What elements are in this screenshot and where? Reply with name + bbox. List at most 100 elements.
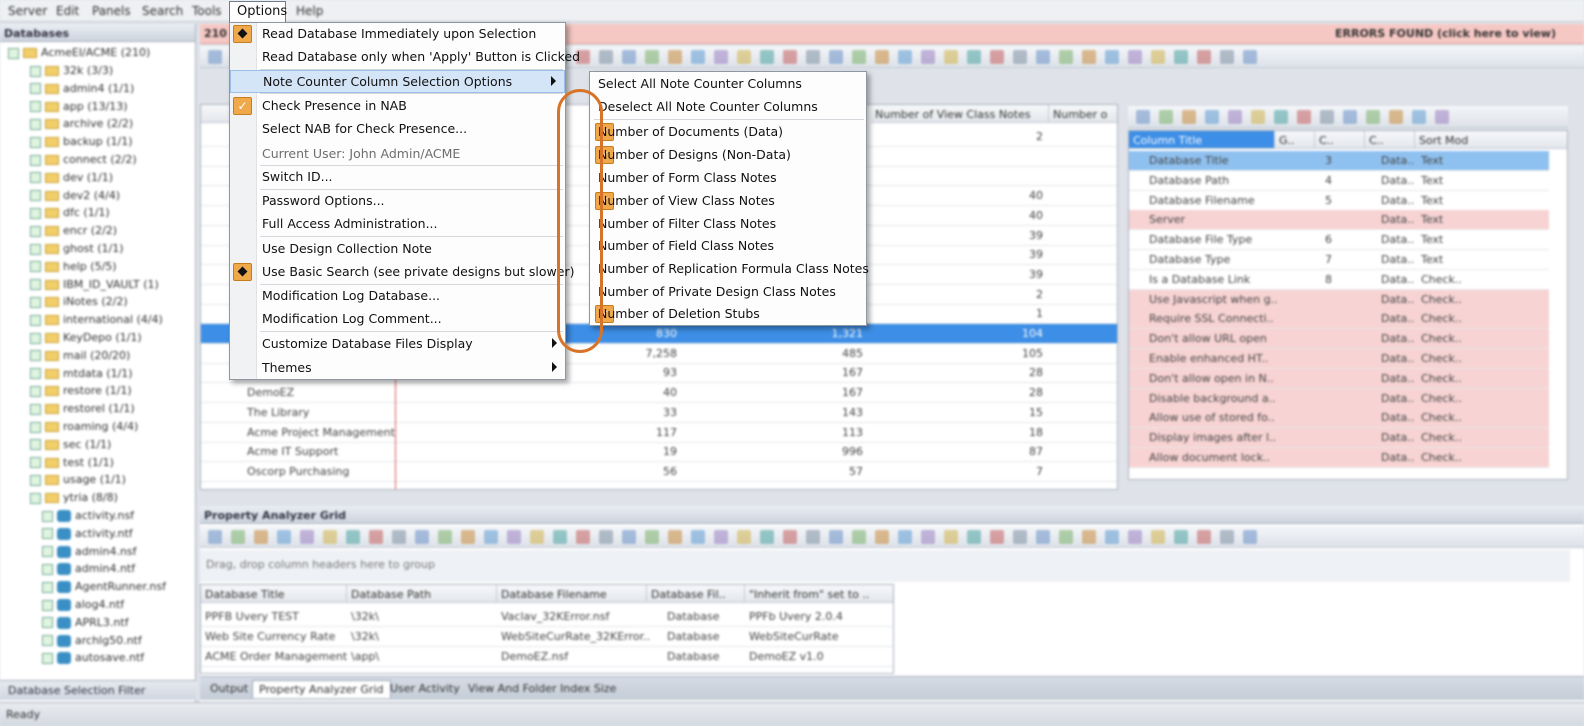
tree-folder[interactable]: restore (1/1) (30, 384, 132, 402)
toolbar-button-icon[interactable] (1036, 50, 1050, 64)
toolbar-button-icon[interactable] (1197, 50, 1211, 64)
toolbar-button-icon[interactable] (875, 530, 889, 544)
property-row[interactable]: ACME Order Management \app\ DemoEZ.nsf Data… (201, 647, 893, 667)
menu-item-customize-db-files-display[interactable]: Customize Database Files Display (230, 333, 565, 356)
grid-header-next[interactable]: Number o (1049, 105, 1117, 123)
column-header-sort-mode[interactable]: Sort Mod (1415, 131, 1567, 149)
toolbar-button-icon[interactable] (507, 530, 521, 544)
toolbar-button-icon[interactable] (1220, 50, 1234, 64)
menu-item-read-db-immediately[interactable]: Read Database Immediately upon Selection (230, 23, 565, 46)
toolbar-button-icon[interactable] (852, 50, 866, 64)
prop-header-inherit[interactable]: "Inherit from" set to .. (745, 585, 893, 603)
tree-folder[interactable]: IBM_ID_VAULT (1) (30, 278, 159, 296)
tree-folder[interactable]: app (13/13) (30, 100, 128, 118)
toolbar-button-icon[interactable] (737, 530, 751, 544)
column-row[interactable]: Disable background a.. Data.. Check.. (1129, 388, 1549, 409)
toolbar-button-icon[interactable] (829, 50, 843, 64)
menu-item-modification-log-database[interactable]: Modification Log Database... (230, 285, 565, 308)
toolbar-button-icon[interactable] (1174, 530, 1188, 544)
column-row[interactable]: Database File Type 6 Data.. Text (1129, 230, 1549, 251)
toolbar-button-icon[interactable] (760, 50, 774, 64)
toolbar-button-icon[interactable] (714, 530, 728, 544)
tree-file[interactable]: activity.ntf (42, 527, 133, 545)
toolbar-button-icon[interactable] (277, 530, 291, 544)
toolbar-button-icon[interactable] (415, 530, 429, 544)
tree-folder[interactable]: roaming (4/4) (30, 420, 138, 438)
toolbar-button-icon[interactable] (967, 530, 981, 544)
tree-folder[interactable]: mail (20/20) (30, 349, 130, 367)
tree-folder[interactable]: ytria (8/8) (30, 491, 118, 509)
grid-header-icon[interactable] (201, 105, 231, 123)
toolbar-button-icon[interactable] (760, 530, 774, 544)
toolbar-button-icon[interactable] (599, 530, 613, 544)
toolbar-button-icon[interactable] (1059, 530, 1073, 544)
column-row[interactable]: Allow use of stored fo.. Data.. Check.. (1129, 408, 1549, 429)
toolbar-button-icon[interactable] (1159, 110, 1173, 124)
toolbar-button-icon[interactable] (944, 50, 958, 64)
toolbar-button-icon[interactable] (875, 50, 889, 64)
menu-item-use-basic-search[interactable]: Use Basic Search (see private designs bu… (230, 261, 574, 284)
submenu-item[interactable]: Number of Private Design Class Notes (590, 281, 866, 304)
toolbar-button-icon[interactable] (806, 530, 820, 544)
submenu-item[interactable]: Select All Note Counter Columns (590, 73, 866, 96)
column-row[interactable]: Use Javascript when g.. Data.. Check.. (1129, 289, 1549, 310)
toolbar-button-icon[interactable] (254, 530, 268, 544)
submenu-item[interactable]: Deselect All Note Counter Columns (590, 96, 866, 119)
menu-item-themes[interactable]: Themes (230, 357, 565, 380)
menu-item-read-db-on-apply[interactable]: Read Database only when 'Apply' Button i… (230, 46, 580, 69)
tree-file[interactable]: activity.nsf (42, 509, 134, 527)
toolbar-button-icon[interactable] (668, 50, 682, 64)
submenu-item[interactable]: ✓ Number of Documents (Data) (590, 121, 866, 144)
column-row[interactable]: Database Type 7 Data.. Text (1129, 250, 1549, 270)
toolbar-button-icon[interactable] (346, 530, 360, 544)
tab-output[interactable]: Output (204, 680, 254, 698)
toolbar-button-icon[interactable] (1435, 110, 1449, 124)
tree-file[interactable]: archlg50.ntf (42, 634, 142, 652)
tree-folder[interactable]: test (1/1) (30, 456, 114, 474)
toolbar-button-icon[interactable] (944, 530, 958, 544)
toolbar-button-icon[interactable] (1013, 530, 1027, 544)
toolbar-button-icon[interactable] (898, 50, 912, 64)
menu-item-use-design-collection-note[interactable]: Use Design Collection Note (230, 238, 565, 261)
table-row[interactable]: DemoEZ 40 167 28 (201, 383, 1117, 404)
toolbar-button-icon[interactable] (1366, 110, 1380, 124)
prop-header-title[interactable]: Database Title (201, 585, 347, 603)
toolbar-button-icon[interactable] (783, 530, 797, 544)
toolbar-button-icon[interactable] (737, 50, 751, 64)
toolbar-button-icon[interactable] (622, 50, 636, 64)
grid-header-view-notes[interactable]: Number of View Class Notes (871, 105, 1049, 123)
database-selection-filter[interactable]: Database Selection Filter (0, 680, 196, 700)
toolbar-button-icon[interactable] (208, 50, 222, 64)
tab-user-activity[interactable]: User Activity (384, 680, 466, 698)
toolbar-button-icon[interactable] (1136, 110, 1150, 124)
tree-folder[interactable]: international (4/4) (30, 313, 163, 331)
toolbar-button-icon[interactable] (1343, 110, 1357, 124)
column-row[interactable]: Server Data.. Text (1129, 210, 1549, 231)
toolbar-button-icon[interactable] (231, 530, 245, 544)
column-header-c1[interactable]: C.. (1315, 131, 1365, 149)
toolbar-button-icon[interactable] (576, 530, 590, 544)
toolbar-button-icon[interactable] (1243, 530, 1257, 544)
toolbar-button-icon[interactable] (990, 530, 1004, 544)
tree-file[interactable]: admin4.ntf (42, 562, 135, 580)
menu-item-full-access-admin[interactable]: Full Access Administration... (230, 213, 565, 236)
tree-folder[interactable]: dfc (1/1) (30, 206, 110, 224)
submenu-item[interactable]: ✓ Number of Designs (Non-Data) (590, 144, 866, 167)
toolbar-button-icon[interactable] (530, 530, 544, 544)
toolbar-button-icon[interactable] (1320, 110, 1334, 124)
toolbar-button-icon[interactable] (392, 530, 406, 544)
column-row[interactable]: Don't allow URL open Data.. Check.. (1129, 329, 1549, 350)
submenu-item[interactable]: Number of Replication Formula Class Note… (590, 258, 869, 281)
toolbar-button-icon[interactable] (1013, 50, 1027, 64)
submenu-item[interactable]: Number of Filter Class Notes (590, 213, 866, 236)
toolbar-button-icon[interactable] (967, 50, 981, 64)
tree-folder[interactable]: ghost (1/1) (30, 242, 124, 260)
toolbar-button-icon[interactable] (806, 50, 820, 64)
menu-server[interactable]: Server (8, 4, 47, 18)
property-row[interactable]: Web Site Currency Rate \32k\ WebSiteCurRat… (201, 627, 893, 647)
menu-edit[interactable]: Edit (56, 4, 79, 18)
toolbar-button-icon[interactable] (438, 530, 452, 544)
tree-folder[interactable]: backup (1/1) (30, 135, 133, 153)
table-row[interactable]: Acme Project Management 117 113 18 (201, 423, 1117, 443)
toolbar-button-icon[interactable] (300, 530, 314, 544)
